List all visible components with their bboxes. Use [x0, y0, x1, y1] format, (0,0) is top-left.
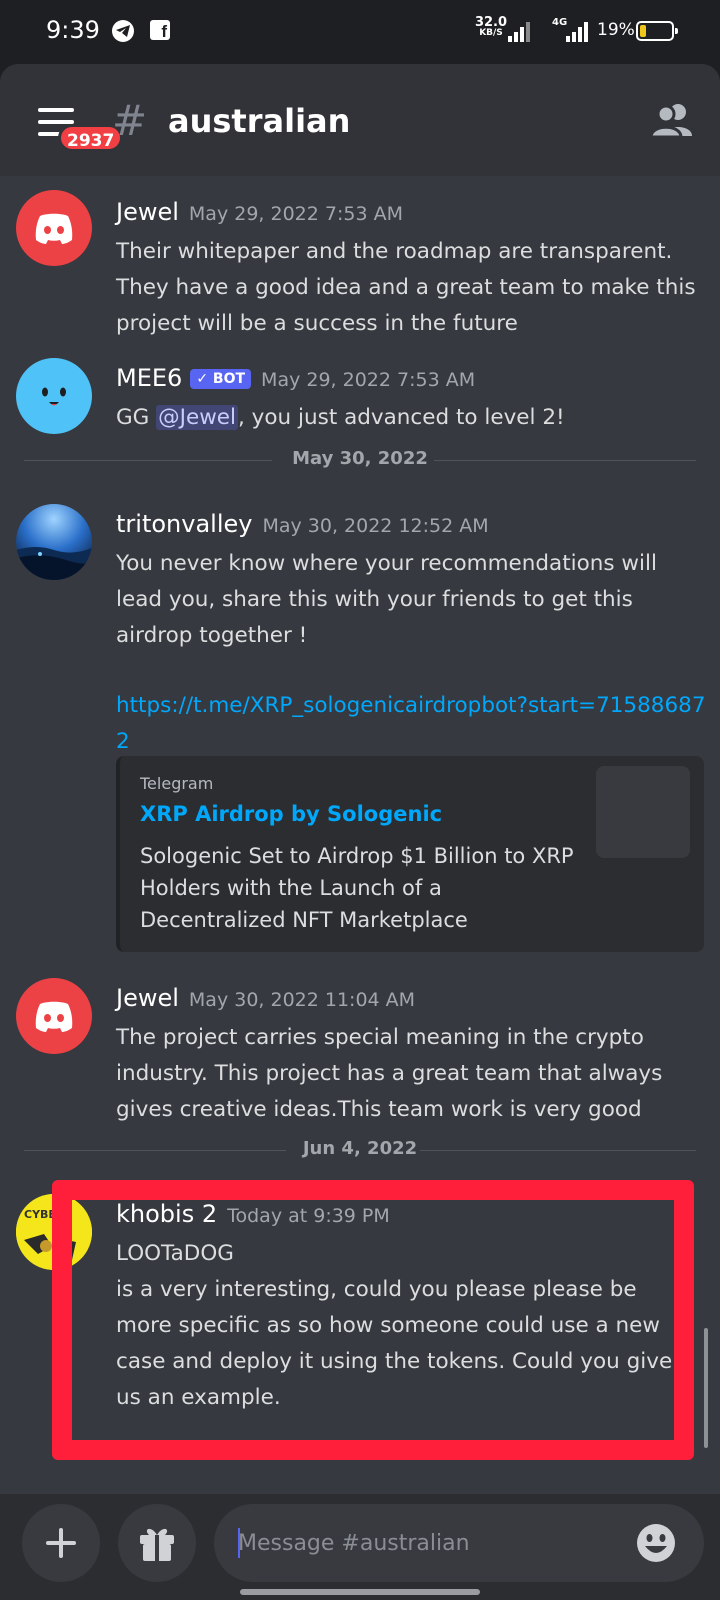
gift-button[interactable]: [118, 1504, 196, 1582]
embed-title[interactable]: XRP Airdrop by Sologenic: [140, 802, 442, 826]
message-author[interactable]: Jewel May 30, 2022 11:04 AM: [116, 984, 415, 1012]
message-timestamp: May 29, 2022 7:53 AM: [188, 203, 403, 225]
message-content: You never know where your recommendation…: [116, 551, 657, 648]
home-indicator[interactable]: [240, 1589, 480, 1595]
channel-hash-icon: #: [112, 96, 148, 145]
message-timestamp: May 30, 2022 11:04 AM: [188, 989, 416, 1011]
date-divider: May 30, 2022: [24, 448, 696, 470]
embed-provider[interactable]: Telegram: [140, 774, 213, 793]
battery-fill: [640, 25, 646, 37]
user-mention[interactable]: @Jewel: [156, 405, 239, 430]
channel-header: 2937 # australian: [0, 64, 720, 176]
message-author[interactable]: Jewel May 29, 2022 7:53 AM: [116, 198, 403, 226]
mee6-face-icon[interactable]: [16, 358, 92, 434]
add-attachment-button[interactable]: [22, 1504, 100, 1582]
network-type: 4G: [552, 17, 568, 28]
bot-tag: ✓ BOT: [190, 369, 252, 389]
discord-logo-icon[interactable]: [16, 190, 92, 266]
message-input[interactable]: [214, 1504, 704, 1582]
message-content: Their whitepaper and the roadmap are tra…: [116, 239, 696, 336]
embed-thumbnail[interactable]: [596, 766, 690, 858]
link-embed[interactable]: Telegram XRP Airdrop by Sologenic Sologe…: [116, 756, 704, 952]
message-timestamp: May 30, 2022 12:52 AM: [262, 515, 489, 537]
cell-signal-icon: [566, 22, 590, 42]
battery-icon: [636, 21, 678, 41]
message-timestamp: May 29, 2022 7:53 AM: [261, 369, 476, 391]
wifi-signal-icon: [508, 22, 532, 42]
message-author[interactable]: MEE6 ✓ BOT May 29, 2022 7:53 AM: [116, 364, 475, 392]
network-speed: 32.0 KB/S: [474, 15, 508, 38]
date-divider: Jun 4, 2022: [24, 1138, 696, 1160]
message-composer: [0, 1494, 720, 1600]
telegram-notification-icon: [112, 20, 134, 42]
highlight-box: [52, 1180, 694, 1460]
battery-percent: 19%: [597, 20, 635, 40]
channel-title[interactable]: australian: [168, 102, 350, 140]
text-cursor: [238, 1528, 240, 1558]
message-content: The project carries special meaning in t…: [116, 1025, 663, 1122]
message-content: GG @Jewel, you just advanced to level 2!: [116, 405, 565, 430]
discord-logo-icon[interactable]: [16, 978, 92, 1054]
emoji-icon[interactable]: [636, 1523, 676, 1563]
message-author[interactable]: tritonvalley May 30, 2022 12:52 AM: [116, 510, 489, 538]
scrollbar[interactable]: [704, 1328, 708, 1448]
facebook-notification-icon: f: [150, 20, 170, 41]
message-list[interactable]: Jewel May 29, 2022 7:53 AM Their whitepap…: [0, 176, 720, 1494]
members-icon[interactable]: [649, 102, 694, 139]
embed-description: Sologenic Set to Airdrop $1 Billion to X…: [140, 844, 574, 932]
message-link[interactable]: https://t.me/XRP_sologenicairdropbot?sta…: [116, 688, 706, 760]
gift-icon: [140, 1528, 174, 1561]
status-time: 9:39: [46, 16, 100, 44]
status-bar: 9:39 f 32.0 KB/S 4G 19%: [0, 0, 720, 64]
landscape-avatar-icon[interactable]: [16, 504, 92, 580]
